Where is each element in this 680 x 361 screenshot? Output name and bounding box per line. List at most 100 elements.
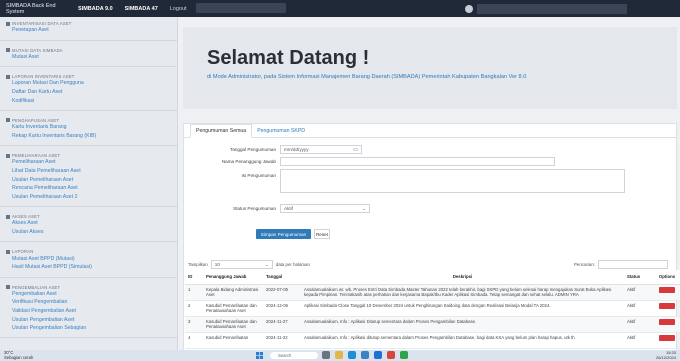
- clock[interactable]: 15:33 26/12/2024: [656, 350, 676, 360]
- page-length-value: 10: [214, 262, 220, 267]
- sidebar-item[interactable]: Usulan Pengembalian Sebagian: [6, 324, 171, 333]
- table-header-row: ID Penanggung Jawab Tanggal Deskripsi St…: [185, 270, 680, 285]
- sidebar-divider: [0, 66, 177, 68]
- taskbar-search[interactable]: Search: [270, 352, 318, 359]
- sidebar-group: Laporan Mutasi Aset BPPD (Mutasi) Hasil Mu…: [0, 245, 177, 273]
- nav-simbada-47[interactable]: SIMBADA 47: [121, 6, 162, 12]
- row-status: Aktif: [624, 284, 652, 301]
- edge-icon[interactable]: [348, 351, 356, 359]
- store-icon[interactable]: [361, 351, 369, 359]
- nav-simbada-90[interactable]: SIMBADA 9.0: [74, 6, 117, 12]
- excel-icon[interactable]: [400, 351, 408, 359]
- sidebar-group: Mutasi Data Simbada Mutasi Aset: [0, 44, 177, 64]
- sidebar-group: Laporan Inventaris Aset Laporan Mutasi Da…: [0, 70, 177, 107]
- sidebar-divider: [0, 145, 177, 147]
- row-id: 3: [185, 316, 203, 333]
- table-search-input[interactable]: [598, 260, 668, 269]
- save-announcement-button[interactable]: Simpan Pengumuman: [256, 229, 311, 239]
- sidebar-item[interactable]: Mutasi Aset BPPD (Mutasi): [6, 254, 171, 263]
- page-length-control: Tampilkan 10 ⌄ data per halaman: [188, 260, 310, 269]
- row-penanggung-jawab: Kasubid Pemanfaatan: [203, 332, 263, 349]
- calendar-icon[interactable]: ▭: [353, 147, 358, 153]
- isi-textarea[interactable]: [280, 169, 625, 193]
- sidebar-item[interactable]: Usulan Pemeliharaan Aset 2: [6, 193, 171, 202]
- row-id: 2: [185, 300, 203, 317]
- row-action-button[interactable]: [659, 302, 675, 309]
- sidebar-item[interactable]: Kodifikasi: [6, 96, 171, 105]
- sidebar-item[interactable]: Usulan Pengembalian Aset: [6, 315, 171, 324]
- tanggal-input[interactable]: mm/dd/yyyy ▭: [280, 145, 362, 154]
- sidebar-item[interactable]: Rencana Pemeliharaan Aset: [6, 184, 171, 193]
- table-row: 1 Kepala Bidang Administrasi Aset 2022-07-…: [185, 284, 680, 301]
- mail-icon[interactable]: [374, 351, 382, 359]
- row-id: 4: [185, 332, 203, 349]
- row-options: [652, 300, 680, 317]
- sidebar-item[interactable]: Laporan Mutasi Dan Pengguna: [6, 79, 171, 88]
- sidebar-item[interactable]: Usulan Akses: [6, 228, 171, 237]
- sidebar-group: Akses Aset Akses Aset Usulan Akses: [0, 210, 177, 238]
- user-menu[interactable]: [465, 3, 675, 14]
- sidebar-item[interactable]: Hasil Mutasi Aset BPPD (Simulasi): [6, 263, 171, 272]
- nama-input[interactable]: [280, 157, 555, 166]
- sidebar-item[interactable]: Validasi Pengembalian Aset: [6, 307, 171, 316]
- sidebar-item[interactable]: Penetapan Aset: [6, 26, 171, 35]
- row-status: Aktif: [624, 316, 652, 333]
- chrome-icon[interactable]: [387, 351, 395, 359]
- redacted-user: [477, 3, 627, 14]
- col-tanggal[interactable]: Tanggal: [263, 270, 301, 285]
- main-content: Selamat Datang ! di Mode Administrator, …: [180, 17, 680, 350]
- row-status: Aktif: [624, 332, 652, 349]
- col-status[interactable]: Status: [624, 270, 652, 285]
- search-label: Pencarian:: [574, 262, 595, 267]
- col-penanggung-jawab[interactable]: Penanggung Jawab: [203, 270, 263, 285]
- announcement-table: ID Penanggung Jawab Tanggal Deskripsi St…: [185, 270, 680, 349]
- row-action-button[interactable]: [659, 334, 675, 341]
- section-icon: [6, 285, 10, 289]
- sidebar-item[interactable]: Usulan Pemeliharaan Aset: [6, 175, 171, 184]
- file-explorer-icon[interactable]: [335, 351, 343, 359]
- row-tanggal: 2024-11-22: [263, 332, 301, 349]
- weather-widget[interactable]: 30°C Sebagian cerah: [4, 350, 33, 360]
- sidebar-item[interactable]: Verifikasi Pengembalian: [6, 298, 171, 307]
- form-row-nama: Nama Penanggung Jawab: [184, 157, 555, 166]
- row-penanggung-jawab: Kepala Bidang Administrasi Aset: [203, 284, 263, 301]
- sidebar-item[interactable]: Mutasi Aset: [6, 53, 171, 62]
- welcome-subtitle: di Mode Administrator, pada Sistem Infor…: [207, 74, 527, 80]
- sidebar-item[interactable]: Pengembalian Aset: [6, 290, 171, 299]
- row-action-button[interactable]: [659, 286, 675, 293]
- row-deskripsi: Assalamualaikum wr. wb. Proses Entri Dat…: [301, 284, 624, 301]
- redacted-area: [196, 3, 286, 13]
- sidebar-item[interactable]: Lihat Data Pemeliharaan Aset: [6, 167, 171, 176]
- sidebar-item[interactable]: Daftar Dan Kartu Aset: [6, 88, 171, 97]
- sidebar-item[interactable]: Kartu Inventaris Barang: [6, 123, 171, 132]
- sidebar-divider: [0, 276, 177, 278]
- row-action-button[interactable]: [659, 318, 675, 325]
- col-id[interactable]: ID: [185, 270, 203, 285]
- sidebar-group: Pengembalian Aset Pengembalian Aset Verifi…: [0, 281, 177, 335]
- sidebar-item[interactable]: Akses Aset: [6, 219, 171, 228]
- sidebar-group: Inventarisasi Data Aset Penetapan Aset: [0, 17, 177, 37]
- welcome-title: Selamat Datang !: [207, 47, 370, 69]
- show-label: Tampilkan: [188, 262, 208, 267]
- page-length-select[interactable]: 10 ⌄: [210, 260, 273, 269]
- show-suffix: data per halaman: [275, 262, 310, 267]
- sidebar-item[interactable]: Rekap Kartu Inventaris Barang (KIB): [6, 132, 171, 141]
- section-icon: [6, 153, 10, 158]
- sidebar: Inventarisasi Data Aset Penetapan Aset Mut…: [0, 17, 178, 350]
- table-row: 4 Kasubid Pemanfaatan 2024-11-22 Assalamual…: [185, 332, 680, 349]
- logout-link[interactable]: Logout: [166, 6, 191, 12]
- sidebar-group-label: Laporan: [12, 249, 34, 255]
- col-deskripsi[interactable]: Deskripsi: [301, 270, 624, 285]
- chevron-down-icon: ⌄: [362, 205, 366, 211]
- announcement-card: Pengumuman Semua Pengumuman SKPD Tanggal…: [183, 123, 680, 350]
- sidebar-item[interactable]: Pemeliharaan Aset: [6, 158, 171, 167]
- table-row: 3 Kasubid Pemanfaatan dan Penatausahaan A…: [185, 316, 680, 333]
- status-select[interactable]: Aktif ⌄: [280, 204, 370, 213]
- sidebar-group: Penghapusan Aset Kartu Inventaris Barang R…: [0, 114, 177, 142]
- section-icon: [6, 21, 10, 26]
- tab-pengumuman-semua[interactable]: Pengumuman Semua: [190, 124, 253, 138]
- reset-button[interactable]: Reset: [314, 229, 330, 239]
- task-view-icon[interactable]: [322, 351, 330, 359]
- tab-pengumuman-skpd[interactable]: Pengumuman SKPD: [252, 125, 310, 137]
- windows-start-icon[interactable]: [256, 352, 263, 359]
